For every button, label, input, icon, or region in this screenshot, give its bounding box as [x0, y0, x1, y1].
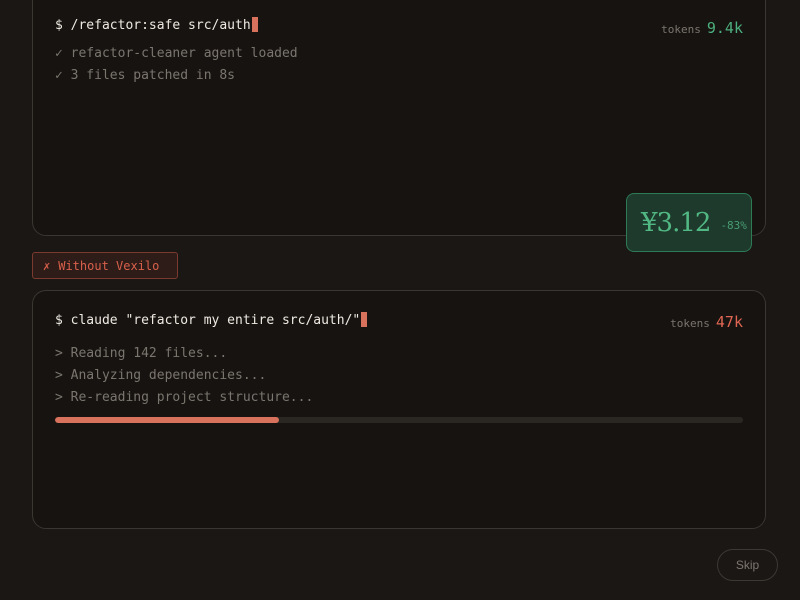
token-counter: tokens 9.4k: [661, 19, 743, 37]
tokens-label: tokens: [661, 23, 701, 36]
tokens-value: 9.4k: [706, 19, 743, 37]
log-line: ✓ refactor-cleaner agent loaded: [55, 46, 298, 61]
cost-badge: ¥3.12 -83%: [626, 193, 752, 252]
without-vexilo-text: Without Vexilo: [58, 258, 160, 273]
skip-button[interactable]: Skip: [717, 549, 778, 581]
cost-savings-percent: -83%: [720, 219, 747, 232]
output-log: > Reading 142 files... > Analyzing depen…: [55, 343, 313, 409]
log-line: > Analyzing dependencies...: [55, 368, 267, 383]
without-vexilo-label: ✗ Without Vexilo: [32, 252, 178, 279]
log-line: > Reading 142 files...: [55, 346, 228, 361]
command-text: $ claude "refactor my entire src/auth/": [55, 313, 361, 328]
cursor: [361, 312, 368, 327]
progress-fill: [55, 417, 280, 423]
command-text: $ /refactor:safe src/auth: [55, 18, 251, 33]
log-line: > Re-reading project structure...: [55, 390, 314, 405]
token-counter: tokens 47k: [670, 313, 743, 331]
tokens-label: tokens: [670, 317, 710, 330]
cost-amount: ¥3.12: [641, 207, 711, 238]
log-line: ✓ 3 files patched in 8s: [55, 68, 236, 83]
cursor: [251, 17, 258, 32]
progress-bar: [55, 417, 743, 423]
x-icon: ✗: [43, 258, 51, 273]
command-line: $ /refactor:safe src/auth: [55, 17, 258, 33]
terminal-panel-without-vexilo: $ claude "refactor my entire src/auth/" …: [32, 290, 766, 529]
command-line: $ claude "refactor my entire src/auth/": [55, 312, 368, 328]
output-log: ✓ refactor-cleaner agent loaded ✓ 3 file…: [55, 43, 298, 87]
tokens-value: 47k: [715, 313, 743, 331]
